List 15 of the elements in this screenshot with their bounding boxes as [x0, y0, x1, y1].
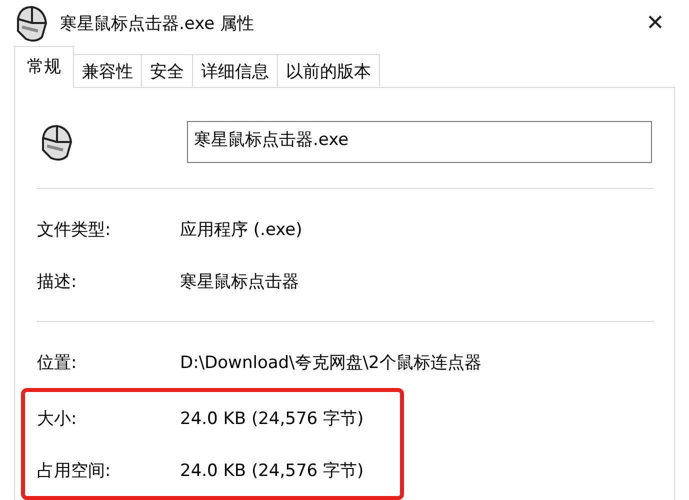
field-label: 大小:: [37, 408, 78, 430]
window-title: 寒星鼠标点击器.exe 属性: [60, 12, 255, 34]
field-label: 占用空间:: [37, 460, 112, 482]
close-button[interactable]: ✕: [633, 3, 677, 43]
field-value: 应用程序 (.exe): [180, 218, 302, 240]
field-value: 24.0 KB (24,576 字节): [180, 408, 364, 430]
file-name-field[interactable]: 寒星鼠标点击器.exe: [187, 121, 652, 163]
field-value: 24.0 KB (24,576 字节): [180, 460, 364, 482]
field-label: 描述:: [37, 270, 78, 292]
field-value: D:\Download\夸克网盘\2个鼠标连点器: [180, 352, 482, 374]
field-label: 文件类型:: [37, 218, 112, 240]
field-label: 位置:: [37, 352, 78, 374]
field-value: 寒星鼠标点击器: [180, 270, 299, 292]
tab[interactable]: 常规: [14, 46, 74, 88]
tab[interactable]: 以前的版本: [277, 54, 380, 88]
